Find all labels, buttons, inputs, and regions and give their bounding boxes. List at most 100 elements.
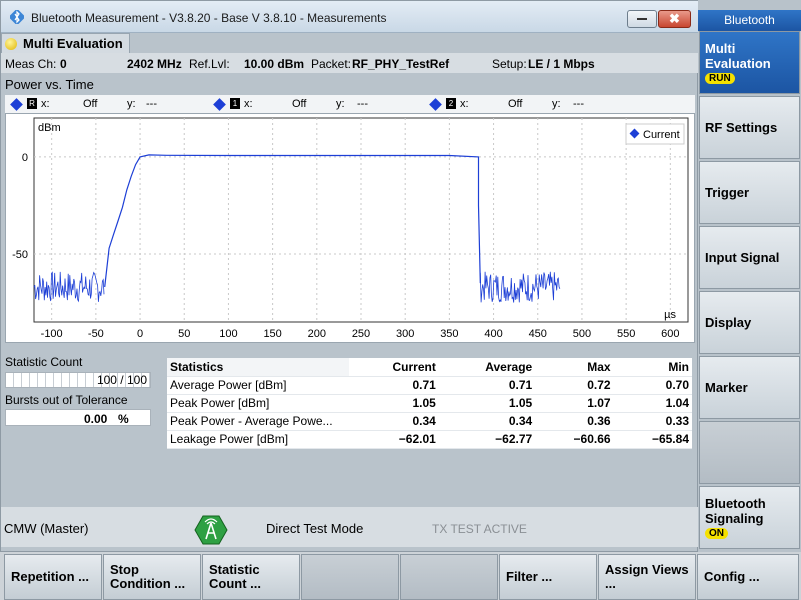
tab-multi-evaluation[interactable]: Multi Evaluation <box>1 33 130 53</box>
sidebar-marker-button[interactable]: Marker <box>699 356 800 419</box>
stat-cell: 0.71 <box>349 376 439 395</box>
status-bar: CMW (Master) Direct Test Mode TX TEST AC… <box>1 507 699 547</box>
table-row: Average Power [dBm] 0.71 0.71 0.72 0.70 <box>167 376 692 395</box>
softkey-label: Filter ... <box>506 569 553 584</box>
marker-bar: R x: Off y: --- 1 x: Off y: --- 2 x: Off… <box>5 95 695 113</box>
marker-y-value: --- <box>357 98 368 110</box>
test-mode-label: Direct Test Mode <box>266 521 364 536</box>
button-label: Trigger <box>705 185 750 200</box>
sidebar-input-signal-button[interactable]: Input Signal <box>699 226 800 289</box>
button-label: RF Settings <box>705 120 778 135</box>
bursts-value: 0.00 <box>84 412 108 426</box>
marker-diamond-icon <box>10 98 23 111</box>
minimize-icon <box>637 18 647 20</box>
marker-ref-badge: R <box>27 98 37 109</box>
ref-lvl-value: 10.00 dBm <box>244 57 305 71</box>
stats-header-cell: Statistics <box>167 358 349 377</box>
marker-x-value: Off <box>508 98 523 110</box>
softkey-stop-condition[interactable]: Stop Condition ... <box>103 554 201 600</box>
power-vs-time-chart[interactable]: -100 -50 0 50 100 150 200 250 300 350 400 450 500 550… <box>5 113 695 343</box>
softkey-empty-2[interactable] <box>400 554 498 600</box>
softkey-label: Repetition ... <box>11 569 89 584</box>
y-tick-label: -50 <box>12 249 28 261</box>
x-tick-label: 350 <box>440 328 458 340</box>
setup-value: LE / 1 Mbps <box>528 57 595 71</box>
sidebar-title: Bluetooth <box>698 10 801 31</box>
stat-cell: 1.04 <box>613 394 692 413</box>
sidebar-rf-settings-button[interactable]: RF Settings <box>699 96 800 159</box>
button-label: Display <box>705 315 752 330</box>
sidebar-multi-evaluation-button[interactable]: Multi Evaluation RUN <box>699 31 800 94</box>
sidebar-trigger-button[interactable]: Trigger <box>699 161 800 224</box>
panel-title: Power vs. Time <box>5 77 94 92</box>
stat-cell: 0.70 <box>613 376 692 395</box>
stat-cell: 0.36 <box>535 412 614 431</box>
softkey-bar: Repetition ... Stop Condition ... Statis… <box>0 552 801 600</box>
button-label: Input Signal <box>705 250 780 265</box>
stats-header-cell: Min <box>613 358 692 377</box>
softkey-label: Config ... <box>704 569 760 584</box>
softkey-statistic-count[interactable]: Statistic Count ... <box>202 554 300 600</box>
x-tick-label: 0 <box>137 328 143 340</box>
marker-2-badge: 2 <box>446 98 456 109</box>
softkey-repetition[interactable]: Repetition ... <box>4 554 102 600</box>
tab-label: Multi Evaluation <box>23 36 123 51</box>
stat-cell: 0.34 <box>438 412 536 431</box>
setup-label: Setup: <box>492 57 527 71</box>
ref-lvl-label: Ref.Lvl: <box>189 57 230 71</box>
x-tick-label: 200 <box>308 328 326 340</box>
close-icon: ✖ <box>669 11 680 26</box>
softkey-assign-views[interactable]: Assign Views ... <box>598 554 696 600</box>
sidebar-empty-button[interactable] <box>699 421 800 484</box>
right-sidebar: Bluetooth Multi Evaluation RUN RF Settin… <box>698 0 801 552</box>
marker-x-label: x: <box>244 98 253 110</box>
marker-y-value: --- <box>573 98 584 110</box>
packet-label: Packet: <box>311 57 352 71</box>
x-tick-label: -50 <box>88 328 104 340</box>
x-tick-label: 150 <box>263 328 281 340</box>
marker-x-label: x: <box>41 98 50 110</box>
stat-cell: −62.01 <box>349 430 439 449</box>
marker-diamond-icon <box>213 98 226 111</box>
x-tick-label: 550 <box>617 328 635 340</box>
stats-header-cell: Current <box>349 358 439 377</box>
close-button[interactable]: ✖ <box>658 10 691 28</box>
antenna-icon <box>194 515 228 545</box>
packet-value: RF_PHY_TestRef <box>352 57 450 71</box>
statistic-count-progress: 100 / 100 <box>5 372 151 388</box>
stat-cell: −62.77 <box>438 430 536 449</box>
x-tick-label: 400 <box>484 328 502 340</box>
minimize-button[interactable] <box>627 10 657 28</box>
marker-x-label: x: <box>460 98 469 110</box>
table-row: Leakage Power [dBm] −62.01 −62.77 −60.66 −65… <box>167 430 692 449</box>
stat-cell: −60.66 <box>535 430 614 449</box>
measurement-window: Bluetooth Measurement - V3.8.20 - Base V… <box>0 0 699 552</box>
on-badge: ON <box>705 528 728 539</box>
softkey-config[interactable]: Config ... <box>697 554 799 600</box>
button-label: Bluetooth Signaling <box>705 496 766 526</box>
title-bar[interactable]: Bluetooth Measurement - V3.8.20 - Base V… <box>1 1 699 33</box>
stat-cell: 1.07 <box>535 394 614 413</box>
stat-cell: 0.72 <box>535 376 614 395</box>
stat-cell: −65.84 <box>613 430 692 449</box>
tx-state-label: TX TEST ACTIVE <box>432 522 527 536</box>
meas-ch-value: 0 <box>60 57 67 71</box>
sidebar-display-button[interactable]: Display <box>699 291 800 354</box>
softkey-label: Stop Condition ... <box>110 562 186 591</box>
x-tick-label: 100 <box>219 328 237 340</box>
chart-svg: -100 -50 0 50 100 150 200 250 300 350 400 450 500 550… <box>12 117 689 340</box>
stats-header-cell: Average <box>438 358 536 377</box>
sidebar-bluetooth-signaling-button[interactable]: Bluetooth Signaling ON <box>699 486 800 549</box>
bursts-out-of-tolerance-label: Bursts out of Tolerance <box>5 393 128 407</box>
softkey-filter[interactable]: Filter ... <box>499 554 597 600</box>
stat-row-label: Peak Power [dBm] <box>167 394 349 413</box>
statistics-table: Statistics Current Average Max Min Average P… <box>167 358 692 449</box>
marker-y-label: y: <box>127 98 136 110</box>
x-axis-unit: µs <box>664 309 676 321</box>
softkey-empty-1[interactable] <box>301 554 399 600</box>
table-row: Peak Power [dBm] 1.05 1.05 1.07 1.04 <box>167 394 692 413</box>
y-axis-label: dBm <box>38 122 61 134</box>
x-tick-label: 50 <box>178 328 190 340</box>
x-tick-label: 300 <box>396 328 414 340</box>
table-row: Peak Power - Average Powe... 0.34 0.34 0.36… <box>167 412 692 431</box>
